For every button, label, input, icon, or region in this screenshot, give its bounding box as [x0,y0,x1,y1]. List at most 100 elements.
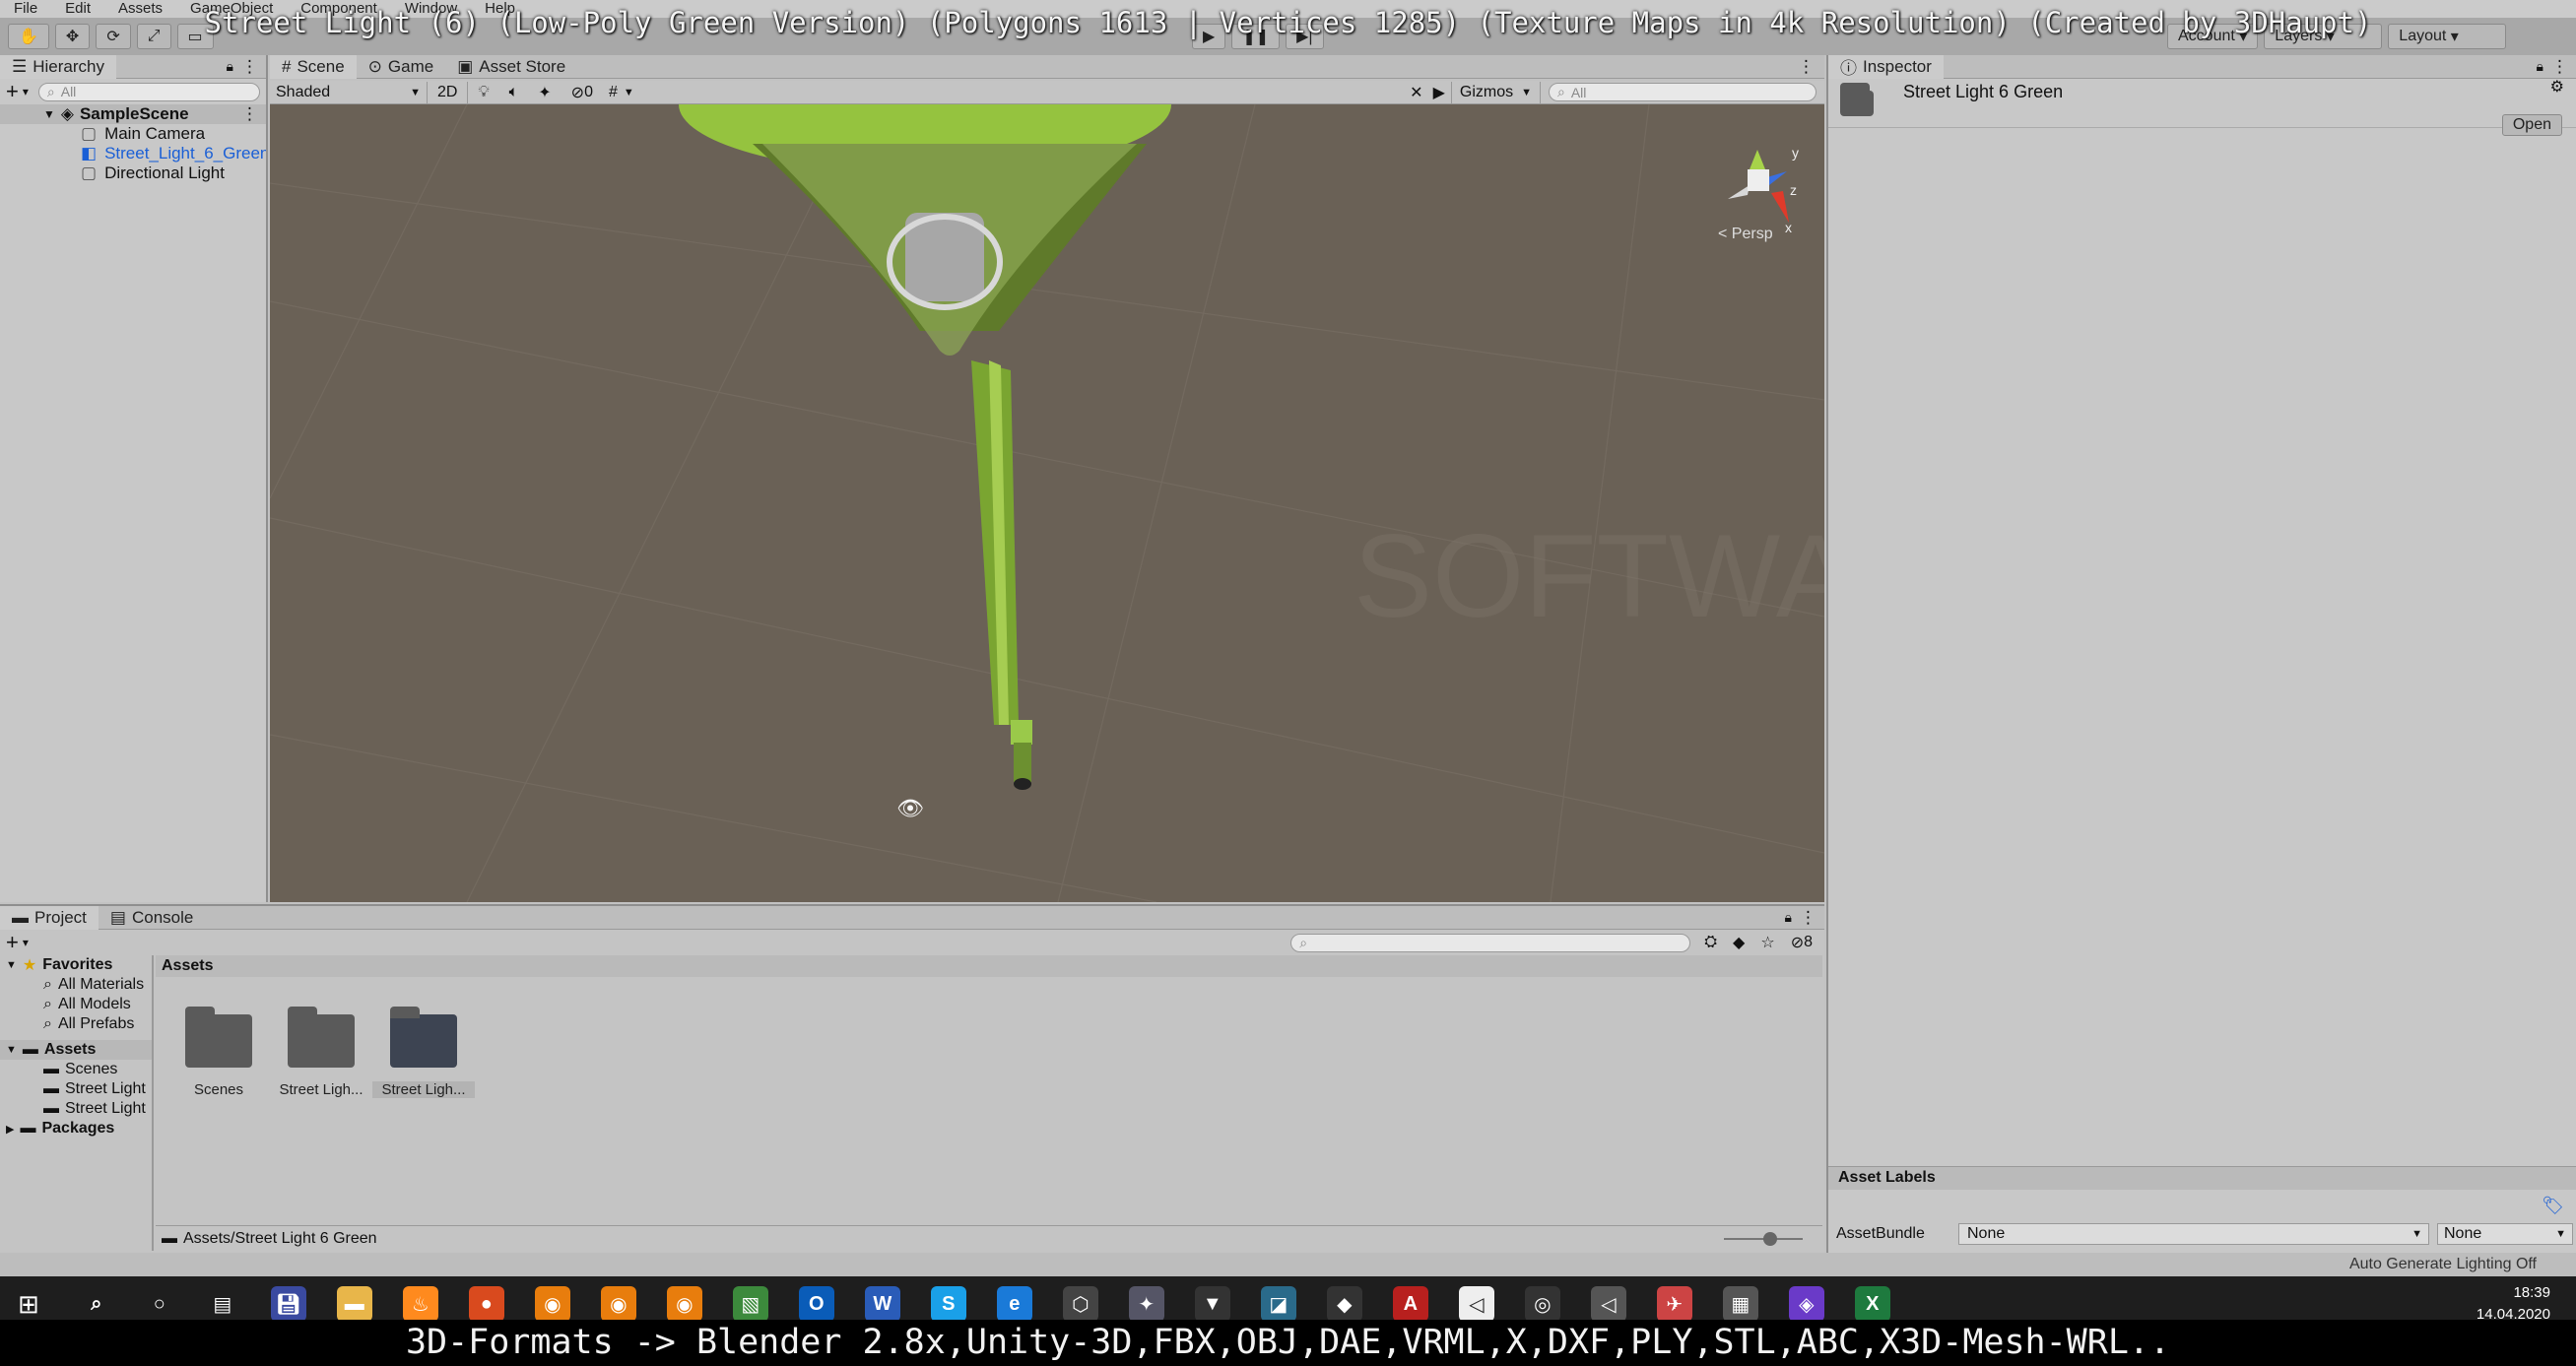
lock-icon[interactable]: 🔒︎ [1785,909,1792,926]
kebab-menu-icon[interactable]: ⋮ [1798,57,1815,77]
tab-inspector[interactable]: ⓘ Inspector [1828,54,1944,79]
chevron-down-icon[interactable]: ▾ [23,85,29,98]
tab-console[interactable]: ▤ Console [99,906,205,930]
asset-folder-item[interactable]: ▬ Street Light [0,1099,152,1119]
packages-row[interactable]: ▶ ▬ Packages [0,1119,152,1138]
hierarchy-item-main-camera[interactable]: ▢ Main Camera [0,124,266,144]
assets-root-row[interactable]: ▼ ▬ Assets [0,1040,152,1060]
app-icon[interactable]: ✦ [1128,1286,1164,1322]
slider-handle[interactable] [1763,1231,1777,1246]
app-icon[interactable]: ✈ [1656,1286,1692,1322]
access-icon[interactable]: A [1392,1286,1428,1322]
chevron-down-icon[interactable]: ▼ [624,87,634,98]
camera-icon[interactable]: ▶ [1433,83,1445,102]
filter-type-icon[interactable]: ⛭ [1704,934,1717,951]
scene-gizmo[interactable] [1728,150,1789,223]
calculator-icon[interactable]: ▦ [1722,1286,1758,1322]
hierarchy-item-street-light[interactable]: ◧ Street_Light_6_Green [0,144,266,163]
lighting-status[interactable]: Auto Generate Lighting Off [2349,1256,2537,1273]
3d-viewer-icon[interactable]: ⬡ [1062,1286,1098,1322]
favorite-item[interactable]: ⌕ All Materials [0,975,152,995]
gizmos-dropdown[interactable]: Gizmos ▼ [1450,81,1541,103]
tab-asset-store[interactable]: ▣ Asset Store [445,55,577,79]
scene-toolbar: Shaded ▼ 2D 💡︎ 🔈︎ ✦ ⊘ 0 # ▼ ✕ ▶ Gizmos ▼… [270,81,1824,104]
kebab-menu-icon[interactable]: ⋮ [241,57,258,77]
icon-size-slider[interactable] [1724,1231,1803,1246]
star-icon[interactable]: ☆ [1760,933,1774,952]
blender-icon[interactable]: ◉ [600,1286,636,1322]
asset-folder-tile[interactable]: Street Ligh... [270,1007,372,1098]
lock-icon[interactable]: 🔒︎ [227,58,233,75]
app-icon[interactable]: ◆ [1326,1286,1362,1322]
asset-folder-item[interactable]: ▬ Street Light [0,1079,152,1099]
effects-toggle-icon[interactable]: ✦ [538,83,551,102]
filter-label-icon[interactable]: ◆ [1733,933,1745,952]
blender-icon[interactable]: ◉ [534,1286,570,1322]
asset-folder-item[interactable]: ▬ Scenes [0,1060,152,1079]
project-breadcrumb[interactable]: Assets [156,955,1822,977]
blender-icon[interactable]: ◉ [666,1286,702,1322]
add-icon[interactable]: + [6,930,19,955]
kebab-menu-icon[interactable]: ⋮ [2551,57,2568,77]
tab-scene[interactable]: # Scene [270,54,357,79]
windows-start-icon[interactable]: ⊞ [18,1289,39,1320]
assetbundle-dropdown[interactable]: None ▼ [1958,1223,2429,1245]
tag-icon[interactable]: 🏷︎ [2542,1196,2564,1216]
chevron-down-icon[interactable]: ▾ [23,936,29,949]
maps-icon[interactable]: ◈ [1788,1286,1824,1322]
grid-snap-icon[interactable]: # [609,84,618,101]
chevron-down-icon[interactable]: ▼ [43,107,55,121]
hierarchy-panel: ☰ Hierarchy 🔒︎ ⋮ + ▾ ⌕ All ▼ ◈ SampleSce… [0,54,268,902]
hierarchy-item-directional-light[interactable]: ▢ Directional Light [0,163,266,183]
unity-icon[interactable]: ◁ [1590,1286,1626,1322]
hidden-objects-toggle[interactable]: ⊘ 0 [571,83,593,102]
favorite-item[interactable]: ⌕ All Prefabs [0,1014,152,1034]
hidden-packages-toggle[interactable]: ⊘ 8 [1791,933,1813,952]
scene-viewport[interactable]: y z x < Persp SOFTWARE SERVICE JOHN 👁︎ [270,104,1824,902]
tools-icon[interactable]: ✕ [1410,83,1422,102]
add-icon[interactable]: + [6,79,19,104]
skype-icon[interactable]: S [930,1286,966,1322]
burn-app-icon[interactable]: ♨ [402,1286,438,1322]
obs-icon[interactable]: ◎ [1524,1286,1560,1322]
scene-root-row[interactable]: ▼ ◈ SampleScene ⋮ [0,104,266,124]
audio-toggle-icon[interactable]: 🔈︎ [509,84,519,101]
save-app-icon[interactable]: 💾︎ [270,1286,306,1322]
image-app-icon[interactable]: ▧ [732,1286,768,1322]
kebab-menu-icon[interactable]: ⋮ [241,104,258,124]
kebab-menu-icon[interactable]: ⋮ [1800,908,1816,928]
persp-label[interactable]: < Persp [1718,226,1773,242]
firefox-icon[interactable]: ● [468,1286,504,1322]
lock-icon[interactable]: 🔒︎ [2537,58,2543,75]
word-icon[interactable]: W [864,1286,900,1322]
unity-icon[interactable]: ◁ [1458,1286,1494,1322]
street-light-model[interactable] [679,104,1171,790]
file-explorer-icon[interactable]: ▬ [336,1286,372,1322]
cortana-icon[interactable]: ○ [142,1286,177,1322]
tab-game[interactable]: ⊙ Game [357,55,446,79]
project-search-input[interactable]: ⌕ [1290,933,1691,952]
asset-folder-tile-selected[interactable]: Street Ligh... [372,1007,475,1098]
asset-folder-tile[interactable]: Scenes [167,1007,270,1098]
settings-gear-icon[interactable]: ⚙ [2550,77,2564,97]
excel-icon[interactable]: X [1854,1286,1890,1322]
tab-game-label: Game [387,56,434,76]
scene-search-input[interactable]: ⌕ All [1549,83,1816,101]
outlook-icon[interactable]: O [798,1286,834,1322]
search-icon[interactable]: ⌕ [79,1286,114,1322]
lighting-toggle-icon[interactable]: 💡︎ [478,84,489,101]
vector-app-icon[interactable]: ▼ [1194,1286,1230,1322]
shading-mode-dropdown[interactable]: Shaded ▼ [270,81,428,103]
tab-project[interactable]: ▬ Project [0,905,99,930]
app-icon[interactable]: ◪ [1260,1286,1296,1322]
inspector-tab-label: Inspector [1863,56,1932,76]
favorites-row[interactable]: ▼ ★ Favorites [0,955,152,975]
task-view-icon[interactable]: ▤ [205,1286,240,1322]
favorite-item[interactable]: ⌕ All Models [0,995,152,1014]
assetbundle-variant-dropdown[interactable]: None ▼ [2437,1223,2573,1245]
2d-toggle[interactable]: 2D [428,81,469,103]
tab-hierarchy[interactable]: ☰ Hierarchy [0,54,116,79]
edge-icon[interactable]: e [996,1286,1032,1322]
hierarchy-search-input[interactable]: ⌕ All [37,82,260,101]
open-button[interactable]: Open [2501,114,2562,136]
